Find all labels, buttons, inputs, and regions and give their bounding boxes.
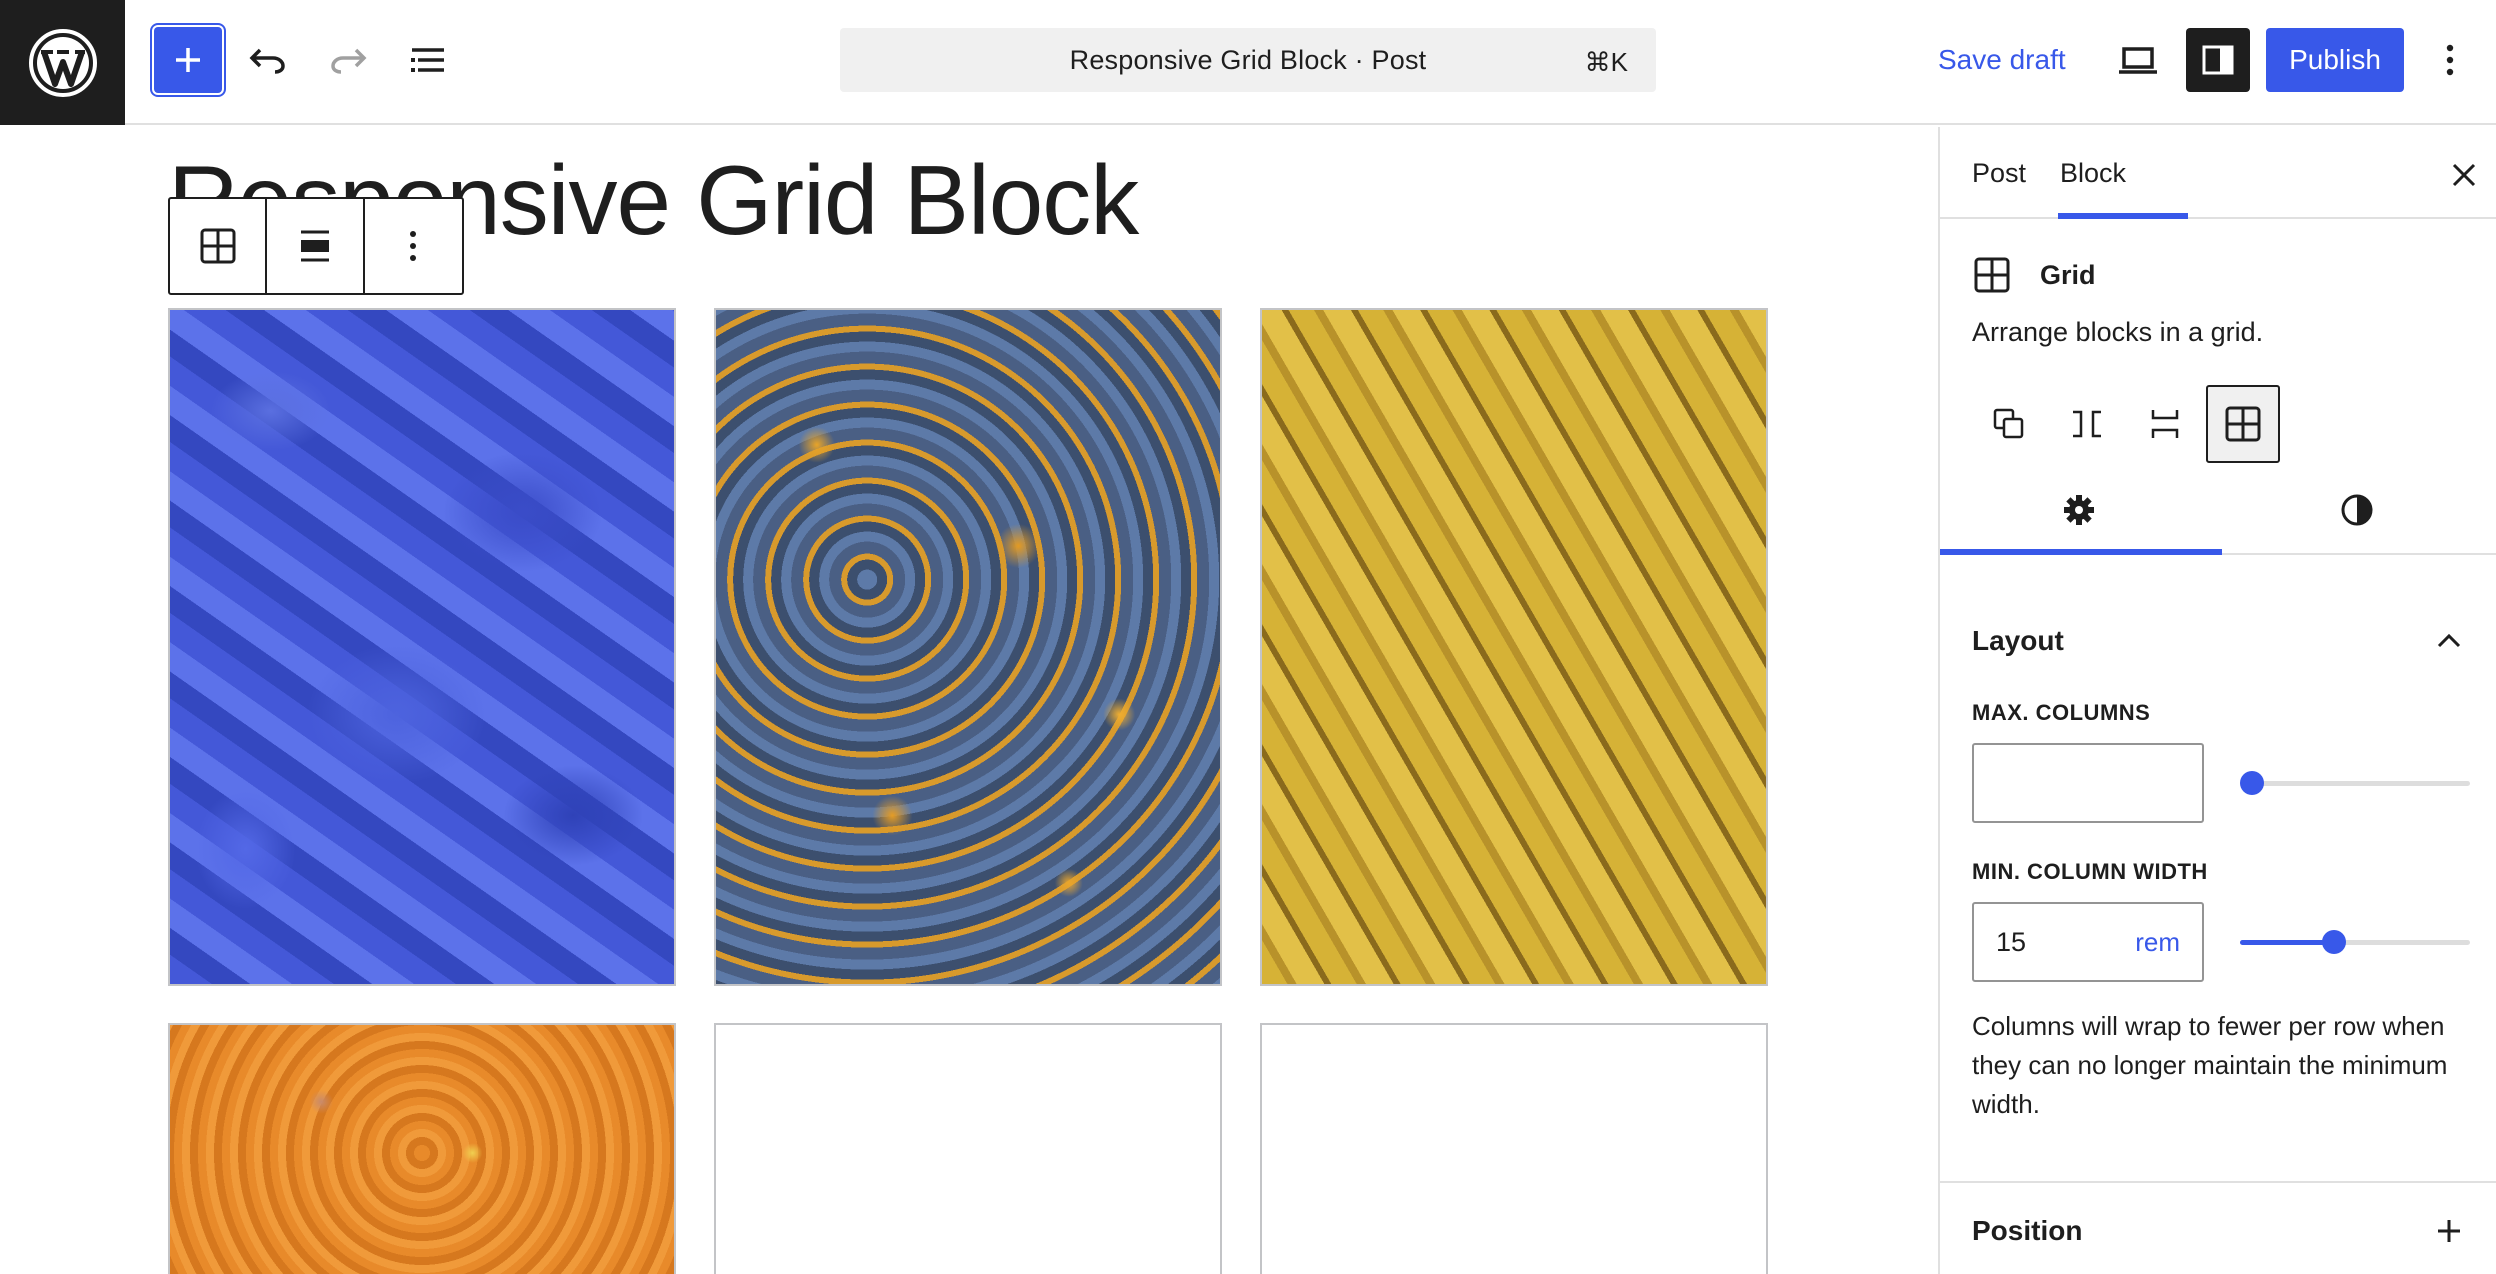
undo-button[interactable]	[238, 28, 298, 92]
variation-grid-button[interactable]	[2206, 385, 2280, 463]
inspector-tabs	[1940, 465, 2496, 555]
layout-help-text: Columns will wrap to fewer per row when …	[1972, 1011, 2448, 1119]
row-icon	[2073, 410, 2101, 438]
wordpress-icon	[28, 28, 97, 97]
tab-block[interactable]: Block	[2060, 127, 2126, 219]
block-card: Grid Arrange blocks in a grid.	[1972, 255, 2263, 347]
grid-icon	[200, 228, 236, 264]
position-panel-title: Position	[1972, 1215, 2083, 1246]
sidebar-tabs: Post Block	[1940, 127, 2496, 219]
close-icon	[2452, 163, 2476, 187]
grid-image-orange-pigment[interactable]	[168, 1023, 676, 1274]
active-tab-indicator	[1940, 549, 2222, 555]
list-view-icon	[411, 48, 444, 72]
settings-sidebar: Post Block Grid Arrange blocks in a grid…	[1938, 127, 2496, 1274]
more-vertical-icon	[410, 231, 417, 261]
document-overview-button[interactable]	[398, 28, 458, 92]
wordpress-logo[interactable]	[0, 0, 125, 125]
redo-icon	[331, 48, 367, 74]
min-column-width-value: 15	[1996, 926, 2027, 957]
min-column-width-input[interactable]: 15 rem	[1972, 902, 2204, 982]
slider-thumb[interactable]	[2322, 930, 2346, 954]
max-columns-slider[interactable]	[2240, 770, 2470, 796]
block-toolbar	[168, 197, 464, 295]
group-icon	[1993, 408, 2024, 439]
grid-image-turmeric[interactable]	[1260, 308, 1768, 986]
grid-image-blue-stones[interactable]	[168, 308, 676, 986]
chevron-up-icon	[2437, 633, 2461, 648]
sidebar-icon	[2202, 45, 2234, 75]
gear-icon	[2064, 495, 2094, 525]
layout-panel-title: Layout	[1972, 625, 2064, 656]
variation-row-button[interactable]	[2050, 385, 2124, 463]
grid-icon	[2225, 406, 2261, 442]
tab-settings[interactable]	[1940, 465, 2218, 555]
grid-icon	[1974, 257, 2010, 293]
grid-empty-cell[interactable]	[1260, 1023, 1768, 1274]
command-palette-bar[interactable]: Responsive Grid Block · Post ⌘K	[840, 28, 1656, 92]
grid-empty-cell[interactable]	[714, 1023, 1222, 1274]
preview-button[interactable]	[2108, 28, 2168, 92]
max-columns-label: MAX. COLUMNS	[1972, 700, 2151, 725]
variation-stack-button[interactable]	[2128, 385, 2202, 463]
block-inserter-button[interactable]	[154, 27, 222, 93]
tab-post[interactable]: Post	[1972, 127, 2026, 219]
layout-panel-toggle[interactable]: Layout	[1972, 621, 2462, 661]
options-button[interactable]	[2420, 28, 2480, 92]
more-vertical-icon	[2446, 44, 2454, 76]
stack-icon	[2151, 410, 2179, 438]
active-tab-indicator	[2058, 213, 2188, 219]
editor-canvas[interactable]: Responsive Grid Block	[0, 127, 1938, 1274]
document-title: Responsive Grid Block · Post	[1069, 44, 1427, 75]
min-column-width-label: MIN. COLUMN WIDTH	[1972, 859, 2208, 884]
settings-sidebar-toggle[interactable]	[2186, 28, 2250, 92]
unit-select[interactable]: rem	[2135, 927, 2180, 958]
editor-header: Responsive Grid Block · Post ⌘K Save dra…	[0, 0, 2496, 125]
variation-group-button[interactable]	[1972, 385, 2046, 463]
block-options-button[interactable]	[365, 199, 462, 293]
block-type-switcher-button[interactable]	[170, 199, 268, 293]
slider-thumb[interactable]	[2240, 771, 2264, 795]
redo-button[interactable]	[318, 28, 378, 92]
block-description: Arrange blocks in a grid.	[1972, 317, 2264, 347]
align-button[interactable]	[267, 199, 365, 293]
position-panel-toggle[interactable]: Position	[1972, 1211, 2462, 1251]
undo-icon	[249, 48, 285, 74]
publish-button[interactable]: Publish	[2266, 28, 2404, 92]
align-wide-icon	[301, 230, 330, 262]
max-columns-input[interactable]	[1972, 743, 2204, 823]
contrast-icon	[2341, 494, 2373, 526]
block-variations	[1972, 385, 2280, 463]
desktop-preview-icon	[2119, 47, 2157, 74]
plus-icon	[2438, 1220, 2460, 1242]
close-sidebar-button[interactable]	[2444, 155, 2484, 195]
tab-styles[interactable]	[2218, 465, 2496, 555]
grid-image-mixed-pigments[interactable]	[714, 308, 1222, 986]
min-column-width-slider[interactable]	[2240, 929, 2470, 955]
save-draft-button[interactable]: Save draft	[1924, 28, 2080, 92]
block-name: Grid	[2040, 259, 2096, 290]
command-shortcut: ⌘K	[1584, 47, 1628, 77]
plus-icon	[176, 48, 200, 72]
panel-divider	[1940, 1181, 2496, 1183]
